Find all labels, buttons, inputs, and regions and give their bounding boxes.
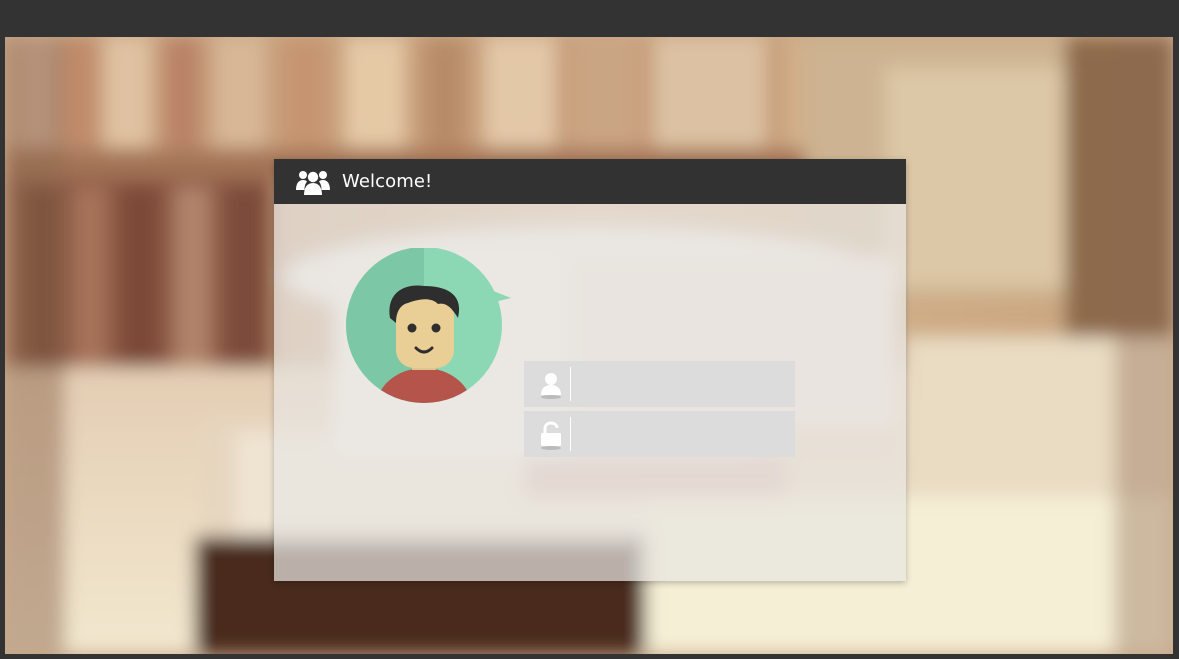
field-divider — [570, 367, 571, 401]
password-field[interactable] — [524, 411, 796, 457]
card-header: Welcome! — [274, 159, 906, 204]
background-frame: Welcome! — [5, 37, 1173, 654]
unlock-icon — [541, 421, 561, 450]
user-icon — [541, 373, 561, 399]
login-card: Welcome! — [274, 159, 906, 581]
welcome-title: Welcome! — [342, 171, 433, 192]
username-field[interactable] — [524, 361, 796, 407]
password-input[interactable] — [576, 415, 796, 453]
username-input[interactable] — [576, 365, 796, 403]
field-divider — [570, 417, 571, 451]
user-avatar-icon — [346, 248, 511, 403]
users-group-icon — [296, 171, 330, 195]
